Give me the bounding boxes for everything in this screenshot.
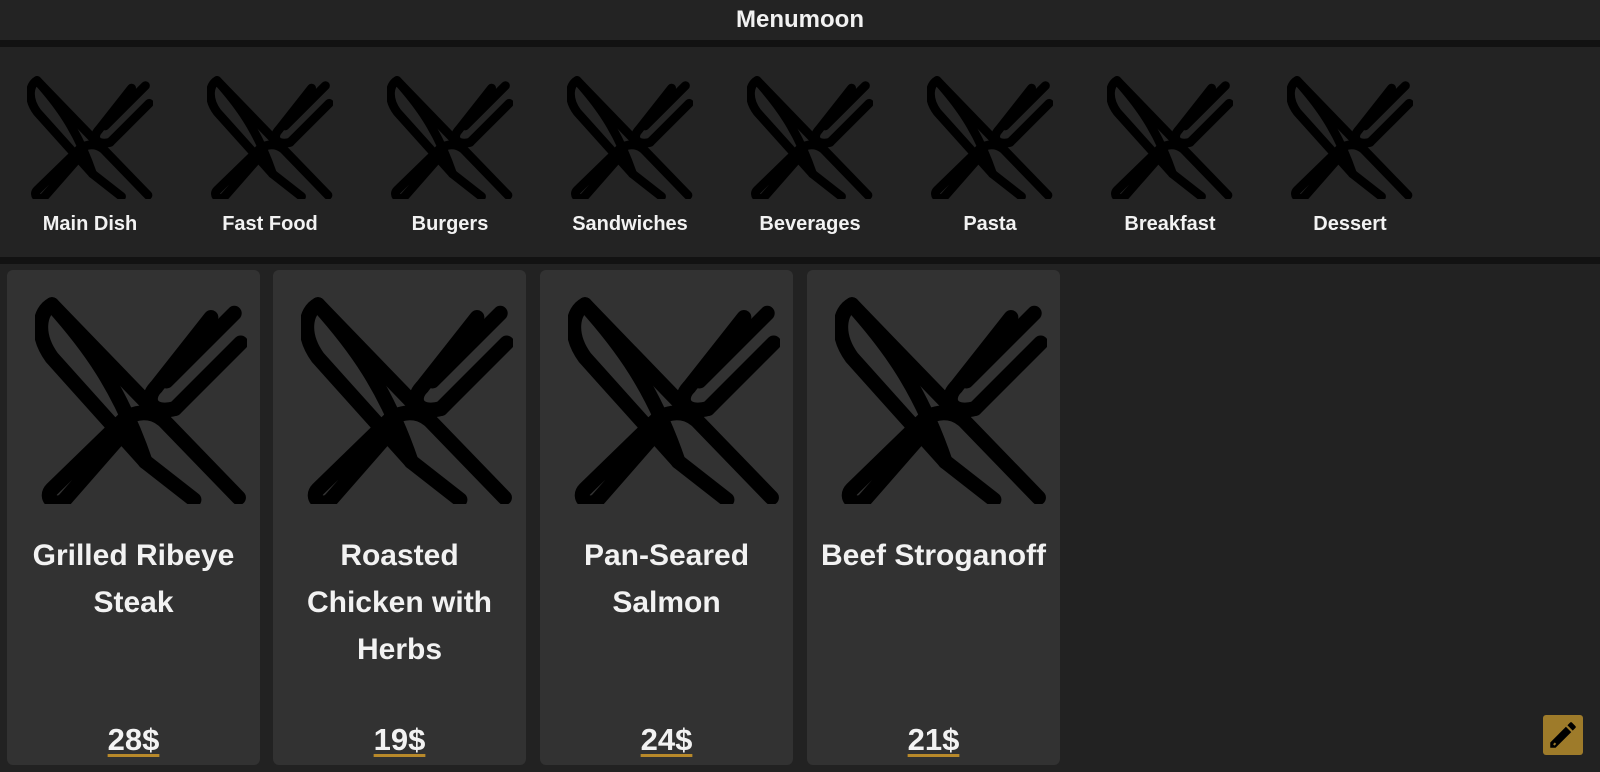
category-fast-food[interactable]: Fast Food	[180, 47, 360, 257]
pencil-icon	[1550, 722, 1576, 748]
utensils-icon	[27, 73, 153, 199]
utensils-icon	[568, 292, 780, 504]
utensils-icon	[835, 292, 1047, 504]
app-header: Menumoon	[0, 0, 1600, 40]
utensils-icon	[747, 73, 873, 199]
category-label: Beverages	[759, 213, 861, 235]
utensils-icon	[567, 73, 693, 199]
dish-price-text: 21$	[907, 722, 960, 757]
category-bar: Main Dish Fast Food Burgers Sandwiches B…	[0, 47, 1600, 257]
category-sandwiches[interactable]: Sandwiches	[540, 47, 720, 257]
utensils-icon	[927, 73, 1053, 199]
dish-name: Grilled Ribeye Steak	[32, 539, 235, 619]
category-main-dish[interactable]: Main Dish	[0, 47, 180, 257]
category-pasta[interactable]: Pasta	[900, 47, 1080, 257]
category-label: Fast Food	[222, 213, 318, 235]
utensils-icon	[387, 73, 513, 199]
category-burgers[interactable]: Burgers	[360, 47, 540, 257]
dish-card[interactable]: Pan-Seared Salmon 24$	[540, 270, 793, 765]
dish-price-text: 24$	[640, 722, 693, 757]
category-divider	[0, 257, 1600, 264]
dish-grid: Grilled Ribeye Steak 28$ Roasted Chicken…	[0, 264, 1600, 772]
category-label: Breakfast	[1124, 213, 1216, 235]
dish-price: 24$	[540, 722, 793, 758]
dish-name: Roasted Chicken with Herbs	[306, 539, 493, 666]
dish-price: 28$	[7, 722, 260, 758]
category-label: Sandwiches	[572, 213, 688, 235]
utensils-icon	[1287, 73, 1413, 199]
dish-price: 21$	[807, 722, 1060, 758]
dish-card[interactable]: Grilled Ribeye Steak 28$	[7, 270, 260, 765]
category-label: Burgers	[411, 213, 489, 235]
app-title: Menumoon	[736, 6, 864, 33]
dish-price: 19$	[273, 722, 526, 758]
dish-price-text: 28$	[107, 722, 160, 757]
dish-name: Pan-Seared Salmon	[583, 539, 750, 619]
dish-name: Beef Stroganoff	[821, 539, 1046, 572]
dish-price-text: 19$	[373, 722, 426, 757]
category-label: Dessert	[1313, 213, 1387, 235]
utensils-icon	[301, 292, 513, 504]
dish-card[interactable]: Roasted Chicken with Herbs 19$	[273, 270, 526, 765]
category-breakfast[interactable]: Breakfast	[1080, 47, 1260, 257]
category-beverages[interactable]: Beverages	[720, 47, 900, 257]
utensils-icon	[1107, 73, 1233, 199]
category-label: Main Dish	[42, 213, 138, 235]
utensils-icon	[35, 292, 247, 504]
dish-card[interactable]: Beef Stroganoff 21$	[807, 270, 1060, 765]
utensils-icon	[207, 73, 333, 199]
header-divider	[0, 40, 1600, 47]
category-label: Pasta	[963, 213, 1017, 235]
category-dessert[interactable]: Dessert	[1260, 47, 1440, 257]
edit-button[interactable]	[1543, 715, 1583, 755]
